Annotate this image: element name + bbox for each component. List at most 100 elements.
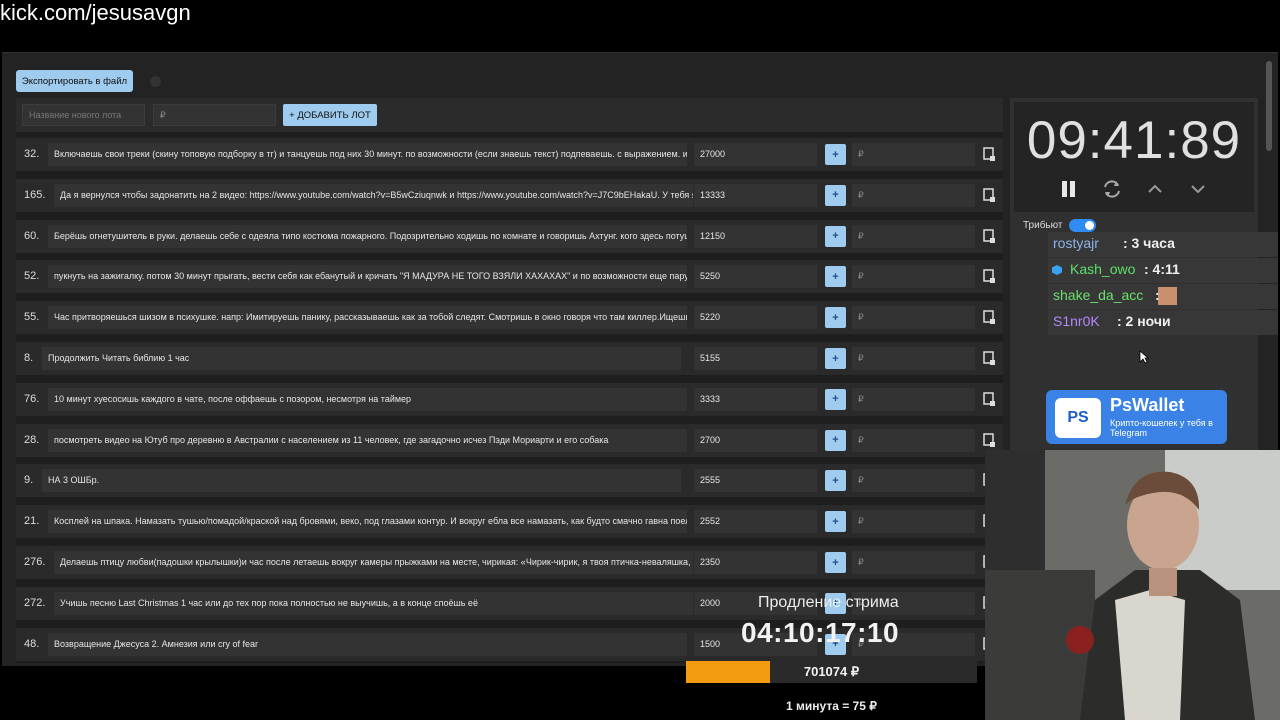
- lot-number: 76.: [24, 392, 40, 405]
- extension-rate: 1 минута = 75 ₽: [786, 699, 877, 713]
- lot-row: 165. Да я вернулся чтобы задонатить на 2 …: [16, 178, 1003, 212]
- lot-amount[interactable]: 27000: [694, 143, 817, 166]
- lot-title-input[interactable]: Включаешь свои треки (скину топовую подб…: [48, 143, 687, 166]
- delete-lot-icon[interactable]: [982, 187, 996, 203]
- lot-amount[interactable]: 13333: [694, 183, 817, 207]
- lot-row: 32. Включаешь свои треки (скину топовую п…: [16, 138, 1003, 171]
- lot-row: 60. Берёшь огнетушитель в руки. делаешь с…: [16, 219, 1003, 253]
- lot-title-input[interactable]: пукнуть на зажигалку. потом 30 минут пры…: [48, 265, 687, 289]
- lot-row: 9. НА 3 ОШБр. 2555 + ₽: [16, 464, 1003, 498]
- status-dot: [150, 76, 161, 87]
- scrollbar[interactable]: [1266, 61, 1272, 151]
- lot-add-amount-input[interactable]: ₽: [852, 551, 975, 574]
- add-to-lot-button[interactable]: +: [825, 429, 846, 451]
- lot-add-amount-input[interactable]: ₽: [852, 387, 975, 411]
- lot-add-amount-input[interactable]: ₽: [852, 469, 975, 493]
- add-to-lot-button[interactable]: +: [825, 511, 846, 533]
- lot-title-input[interactable]: Да я вернулся чтобы задонатить на 2 виде…: [54, 183, 693, 207]
- tribute-toggle[interactable]: [1069, 219, 1096, 232]
- delete-lot-icon[interactable]: [982, 432, 996, 448]
- tribute-username: rostyajr: [1053, 235, 1099, 251]
- lot-row: 52. пукнуть на зажигалку. потом 30 минут …: [16, 260, 1003, 294]
- emote-icon: [1158, 287, 1177, 305]
- lot-row: 276. Делаешь птицу любви(падошки крылышки…: [16, 546, 1003, 579]
- lot-amount[interactable]: 5155: [694, 347, 817, 370]
- add-to-lot-button[interactable]: +: [825, 470, 846, 492]
- lot-add-amount-input[interactable]: ₽: [852, 306, 975, 330]
- lot-list: Название нового лота ₽ + ДОБАВИТЬ ЛОТ 32…: [16, 98, 1003, 663]
- lot-title-input[interactable]: Косплей на шпака. Намазать тушью/помадой…: [48, 510, 687, 534]
- tribute-value: : 2 ночи: [1117, 313, 1171, 329]
- lot-title-input[interactable]: НА 3 ОШБр.: [42, 469, 681, 493]
- add-to-lot-button[interactable]: +: [825, 144, 846, 165]
- delete-lot-icon[interactable]: [982, 309, 996, 325]
- tribute-username: shake_da_acc: [1053, 287, 1144, 303]
- delete-lot-icon[interactable]: [982, 268, 996, 284]
- tribute-value: : 3 часа: [1123, 235, 1175, 251]
- lot-amount[interactable]: 2552: [694, 510, 817, 534]
- lot-row: 76. 10 минут хуесосишь каждого в чате, по…: [16, 382, 1003, 416]
- add-to-lot-button[interactable]: +: [825, 225, 846, 247]
- tribute-value: :: [1155, 287, 1160, 303]
- lot-add-amount-input[interactable]: ₽: [852, 183, 975, 207]
- lot-number: 21.: [24, 515, 40, 528]
- delete-lot-icon[interactable]: [982, 146, 996, 162]
- lot-number: 48.: [24, 637, 40, 650]
- new-lot-price-input[interactable]: ₽: [153, 104, 276, 126]
- lot-row: 21. Косплей на шпака. Намазать тушью/пома…: [16, 505, 1003, 539]
- lot-amount[interactable]: 3333: [694, 387, 817, 411]
- new-lot-name-input[interactable]: Название нового лота: [22, 104, 145, 126]
- delete-lot-icon[interactable]: [982, 350, 996, 366]
- lot-number: 9.: [24, 474, 34, 487]
- lot-add-amount-input[interactable]: ₽: [852, 428, 975, 452]
- add-lot-button[interactable]: + ДОБАВИТЬ ЛОТ: [283, 104, 377, 126]
- lot-amount[interactable]: 5220: [694, 306, 817, 330]
- add-to-lot-button[interactable]: +: [825, 348, 846, 369]
- export-button[interactable]: Экспортировать в файл: [16, 70, 133, 92]
- add-to-lot-button[interactable]: +: [825, 266, 846, 288]
- lot-title-input[interactable]: посмотреть видео на Ютуб про деревню в А…: [48, 428, 687, 452]
- lot-title-input[interactable]: Делаешь птицу любви(падошки крылышки)и ч…: [54, 551, 693, 574]
- chevron-up-icon[interactable]: [1144, 178, 1166, 200]
- lot-title-input[interactable]: Возвращение Джесуса 2. Амнезия или cry o…: [48, 632, 687, 656]
- lot-title-input[interactable]: Учишь песню Last Christmas 1 час или до …: [54, 591, 693, 615]
- lot-amount[interactable]: 2700: [694, 428, 817, 452]
- lot-number: 32.: [24, 148, 40, 160]
- delete-lot-icon[interactable]: [982, 391, 996, 407]
- lot-amount[interactable]: 5250: [694, 265, 817, 289]
- pswallet-ad[interactable]: PS PsWallet Крипто-кошелек у тебя в Tele…: [1046, 390, 1227, 444]
- lot-add-amount-input[interactable]: ₽: [852, 510, 975, 534]
- tribute-row: Kash_owo: 4:11: [1048, 258, 1278, 283]
- lot-number: 8.: [24, 352, 34, 364]
- add-to-lot-button[interactable]: +: [825, 552, 846, 573]
- lot-add-amount-input[interactable]: ₽: [852, 347, 975, 370]
- lot-amount[interactable]: 12150: [694, 224, 817, 248]
- lot-number: 276.: [24, 556, 46, 568]
- lot-amount[interactable]: 2555: [694, 469, 817, 493]
- pswallet-title: PsWallet: [1110, 395, 1185, 415]
- tribute-username: S1nr0K: [1053, 313, 1100, 329]
- lot-number: 55.: [24, 311, 40, 324]
- add-to-lot-button[interactable]: +: [825, 307, 846, 329]
- tribute-row: shake_da_acc:: [1048, 284, 1278, 309]
- reset-icon[interactable]: [1101, 178, 1123, 200]
- delete-lot-icon[interactable]: [982, 228, 996, 244]
- lot-add-amount-input[interactable]: ₽: [852, 265, 975, 289]
- extension-title: Продление стрима: [758, 594, 899, 611]
- lot-title-input[interactable]: Берёшь огнетушитель в руки. делаешь себе…: [48, 224, 687, 248]
- lot-row: 8. Продолжить Читать библию 1 час 5155 + ₽: [16, 342, 1003, 375]
- add-to-lot-button[interactable]: +: [825, 388, 846, 410]
- lot-title-input[interactable]: 10 минут хуесосишь каждого в чате, после…: [48, 387, 687, 411]
- chevron-down-icon[interactable]: [1187, 178, 1209, 200]
- lot-amount[interactable]: 2350: [694, 551, 817, 574]
- lot-add-amount-input[interactable]: ₽: [852, 143, 975, 166]
- lot-title-input[interactable]: Час притворяешься шизом в психушке. напр…: [48, 306, 687, 330]
- lot-add-amount-input[interactable]: ₽: [852, 224, 975, 248]
- lot-title-input[interactable]: Продолжить Читать библию 1 час: [42, 347, 681, 370]
- lot-row: 28. посмотреть видео на Ютуб про деревню …: [16, 423, 1003, 457]
- stream-screen: kick.com/jesusavgn Экспортировать в файл…: [0, 0, 1280, 720]
- pause-icon[interactable]: [1058, 178, 1080, 200]
- add-to-lot-button[interactable]: +: [825, 184, 846, 206]
- lot-number: 165.: [24, 188, 46, 201]
- channel-url: kick.com/jesusavgn: [0, 0, 191, 25]
